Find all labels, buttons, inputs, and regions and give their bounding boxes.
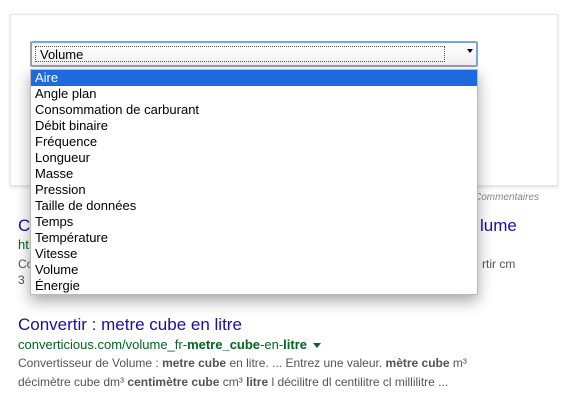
text-segment: mètre cube — [385, 356, 450, 370]
text-segment: metre_cube — [187, 337, 261, 352]
text-segment: centimètre cube — [127, 375, 220, 389]
result2-snippet-line2: décimètre cube dm³ centimètre cube cm³ l… — [18, 373, 573, 392]
chevron-down-icon — [467, 49, 473, 53]
result1-title-end[interactable]: lume — [480, 216, 517, 236]
dropdown-option[interactable]: Longueur — [31, 150, 477, 166]
text-segment: litre — [283, 337, 308, 352]
text-segment: litre — [246, 375, 269, 389]
unit-type-select-value: Volume — [35, 46, 445, 62]
text-segment: -en- — [260, 337, 284, 352]
dropdown-option[interactable]: Fréquence — [31, 134, 477, 150]
dropdown-option[interactable]: Énergie — [31, 278, 477, 294]
dropdown-option[interactable]: Angle plan — [31, 86, 477, 102]
text-segment: cm³ — [219, 375, 247, 389]
text-segment: m³ — [449, 356, 467, 370]
result2-snippet-line1: Convertisseur de Volume : metre cube en … — [18, 354, 573, 373]
result1-snippet-line2: 3 — [18, 273, 25, 287]
dropdown-option[interactable]: Masse — [31, 166, 477, 182]
dropdown-option[interactable]: Aire — [31, 70, 477, 86]
comments-link[interactable]: Commentaires — [474, 192, 539, 203]
caret-down-icon[interactable] — [313, 343, 322, 349]
text-segment: l décilitre dl centilitre cl millilitre … — [268, 375, 449, 389]
unit-type-dropdown-list[interactable]: Aire Angle plan Consommation de carburant D… — [30, 69, 478, 295]
result1-title[interactable]: C — [18, 216, 30, 236]
dropdown-option[interactable]: Vitesse — [31, 246, 477, 262]
dropdown-option[interactable]: Température — [31, 230, 477, 246]
dropdown-option[interactable]: Volume — [31, 262, 477, 278]
dropdown-option[interactable]: Pression — [31, 182, 477, 198]
unit-type-select[interactable]: Volume — [30, 41, 478, 67]
text-segment: en litre. ... Entrez une valeur. — [226, 356, 386, 370]
result2-url-text: converticious.com/volume_fr-metre_cube-e… — [18, 337, 307, 352]
result2-url: converticious.com/volume_fr-metre_cube-e… — [18, 336, 573, 353]
dropdown-option[interactable]: Débit binaire — [31, 118, 477, 134]
dropdown-option[interactable]: Taille de données — [31, 198, 477, 214]
result1-snippet-line1-end: rtir cm — [482, 257, 516, 271]
text-segment: Convertisseur de Volume : — [18, 356, 163, 370]
page: Commentaires Volume Aire Angle plan Consom… — [0, 0, 583, 400]
dropdown-option[interactable]: Temps — [31, 214, 477, 230]
result1-url: ht — [18, 237, 29, 252]
text-segment: metre cube — [162, 356, 227, 370]
result2-title[interactable]: Convertir : metre cube en litre — [18, 314, 573, 336]
search-result: Convertir : metre cube en litre converti… — [18, 314, 573, 392]
result2-snippet: Convertisseur de Volume : metre cube en … — [18, 354, 573, 392]
dropdown-option[interactable]: Consommation de carburant — [31, 102, 477, 118]
text-segment: converticious.com/volume_fr- — [18, 337, 188, 352]
text-segment: décimètre cube dm³ — [18, 375, 128, 389]
